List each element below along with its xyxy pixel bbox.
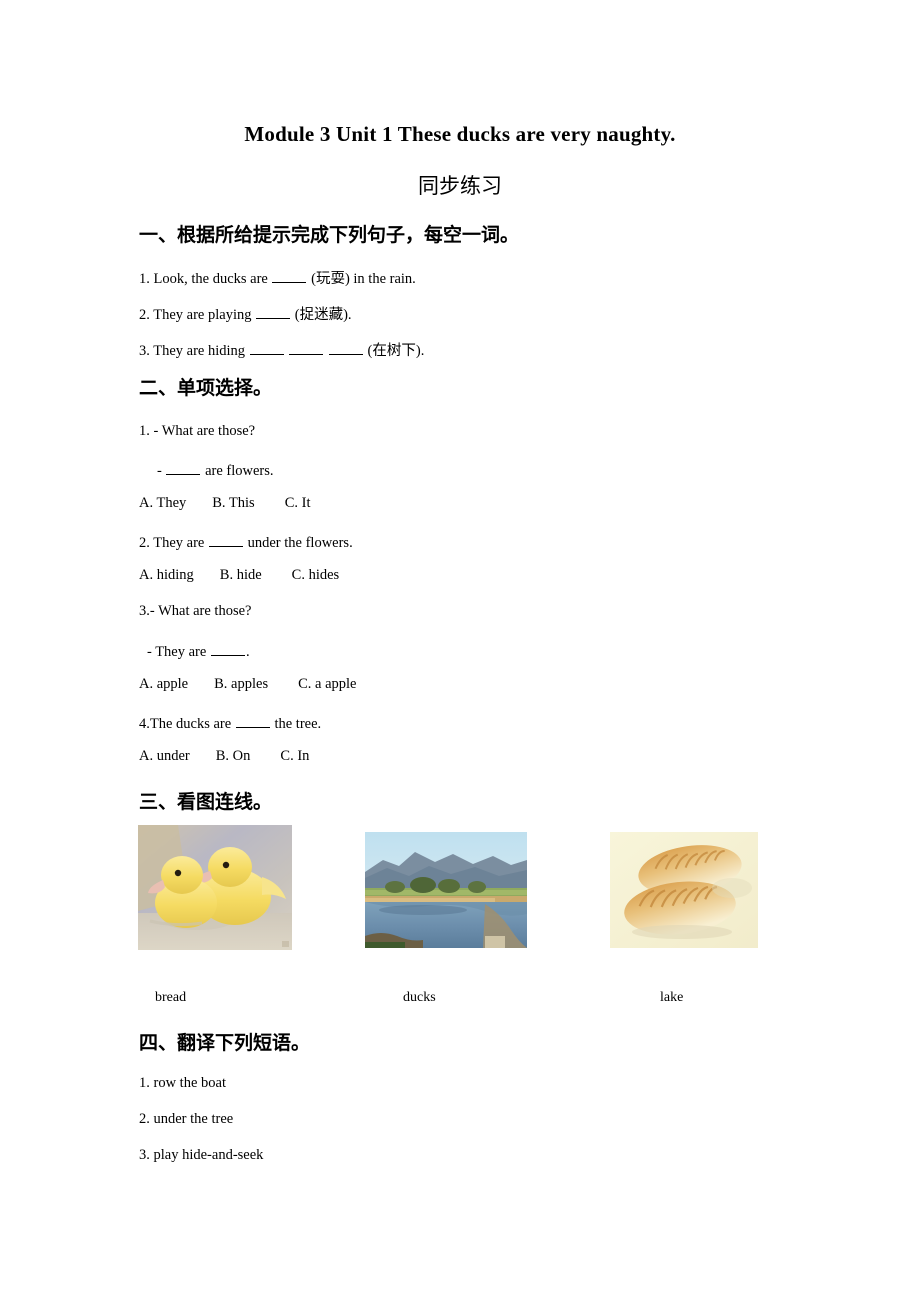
answer-head: - They are	[147, 643, 207, 660]
option-c[interactable]: C. It	[285, 496, 311, 511]
lake-photo[interactable]	[365, 832, 527, 948]
option-c[interactable]: C. In	[280, 749, 309, 764]
answer-blank[interactable]	[249, 340, 284, 355]
option-b[interactable]: B. apples	[214, 677, 268, 692]
section-four-item-2: 2. under the tree	[139, 1111, 234, 1127]
answer-blank[interactable]	[272, 268, 307, 283]
option-c[interactable]: C. hides	[292, 568, 340, 583]
answer-blank[interactable]	[208, 532, 243, 547]
option-b[interactable]: B. On	[216, 749, 251, 764]
item-2-text-before: 2. They are	[139, 534, 205, 551]
section-two-item-2-stem: 2. They are under the flowers.	[139, 532, 353, 551]
section-one-item-2: 2. They are playing (捉迷藏).	[139, 304, 352, 323]
answer-tail: are flowers.	[205, 462, 274, 479]
section-two-item-4-stem: 4.The ducks are the tree.	[139, 713, 322, 732]
item-3-text-after: (在树下).	[367, 342, 425, 359]
answer-tail: .	[245, 643, 250, 660]
item-1-text-before: 1. Look, the ducks are	[139, 270, 268, 287]
option-a[interactable]: A. apple	[139, 677, 188, 692]
option-a[interactable]: A. under	[139, 749, 190, 764]
bread-photo[interactable]	[610, 832, 758, 948]
picture-caption-2: ducks	[403, 990, 436, 1005]
answer-blank[interactable]	[210, 641, 245, 656]
answer-blank[interactable]	[235, 713, 270, 728]
answer-blank[interactable]	[256, 304, 291, 319]
item-4-text-before: 4.The ducks are	[139, 715, 232, 732]
item-2-text-after: (捉迷藏).	[294, 306, 352, 323]
option-c[interactable]: C. a apple	[298, 677, 356, 692]
section-one-item-3: 3. They are hiding (在树下).	[139, 340, 425, 359]
item-3-text-before: 3. They are hiding	[139, 342, 246, 359]
section-two-item-4-options: A. under B. On C. In	[139, 749, 309, 764]
ducklings-photo[interactable]	[138, 825, 292, 950]
section-four-item-1: 1. row the boat	[139, 1075, 226, 1091]
item-2-text-before: 2. They are playing	[139, 306, 252, 323]
section-two-item-3-answer: - They are .	[147, 641, 250, 660]
section-two-item-3-options: A. apple B. apples C. a apple	[139, 677, 356, 692]
section-heading-one: 一、根据所给提示完成下列句子，每空一词。	[139, 224, 520, 246]
option-b[interactable]: B. This	[212, 496, 254, 511]
item-1-text-after: (玩耍) in the rain.	[311, 270, 416, 287]
section-heading-two: 二、单项选择。	[139, 377, 273, 399]
section-two-item-2-options: A. hiding B. hide C. hides	[139, 568, 339, 583]
option-a[interactable]: A. hiding	[139, 568, 194, 583]
picture-caption-3: lake	[660, 990, 684, 1005]
section-two-item-1-stem: 1. - What are those?	[139, 423, 256, 439]
picture-caption-1: bread	[155, 990, 187, 1005]
item-2-text-after: under the flowers.	[247, 534, 353, 551]
worksheet-page: Module 3 Unit 1 These ducks are very nau…	[0, 0, 920, 1302]
page-subtitle: 同步练习	[418, 174, 502, 198]
answer-blank[interactable]	[289, 340, 324, 355]
section-one-item-1: 1. Look, the ducks are (玩耍) in the rain.	[139, 268, 416, 287]
page-title: Module 3 Unit 1 These ducks are very nau…	[244, 122, 676, 146]
section-four-item-3: 3. play hide-and-seek	[139, 1147, 264, 1163]
dash-marker: -	[157, 462, 162, 479]
section-two-item-1-answer: - are flowers.	[157, 460, 274, 479]
section-two-item-3-stem: 3.- What are those?	[139, 603, 252, 619]
answer-blank[interactable]	[328, 340, 363, 355]
option-a[interactable]: A. They	[139, 496, 186, 511]
section-heading-three: 三、看图连线。	[139, 791, 273, 813]
option-b[interactable]: B. hide	[220, 568, 262, 583]
section-two-item-1-options: A. They B. This C. It	[139, 496, 311, 511]
section-heading-four: 四、翻译下列短语。	[139, 1032, 311, 1054]
item-4-text-after: the tree.	[274, 715, 322, 732]
answer-blank[interactable]	[166, 460, 201, 475]
